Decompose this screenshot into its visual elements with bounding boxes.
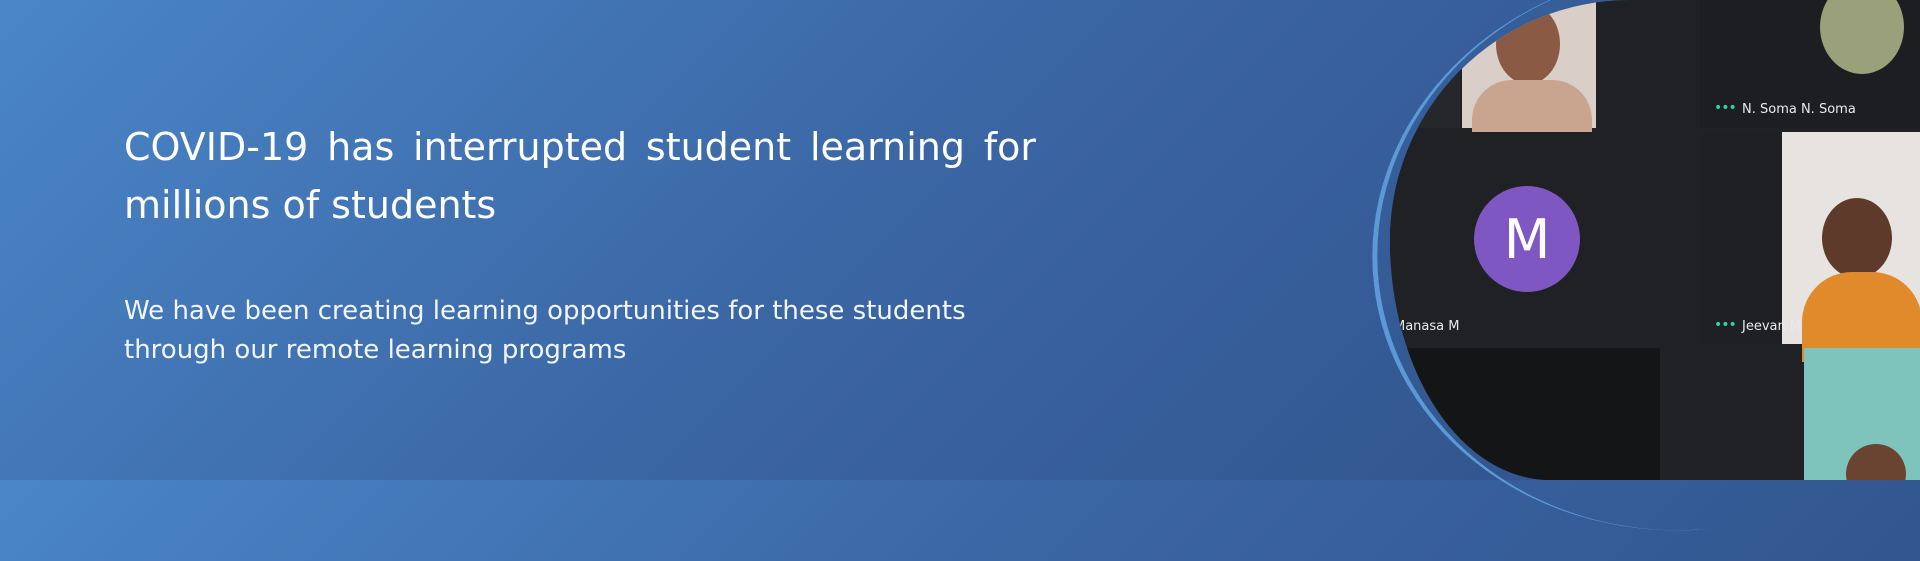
participant-face <box>1846 444 1906 480</box>
participant-tile-jeevan <box>1700 132 1920 362</box>
participant-name: N. Soma N. Soma <box>1742 102 1856 117</box>
hero-title: COVID-19 has interrupted student learnin… <box>124 125 1036 227</box>
audio-indicator-icon: ••• <box>1714 100 1737 116</box>
participant-avatar-image <box>1820 0 1904 74</box>
participant-avatar-m: M <box>1474 186 1580 292</box>
participant-name: Manasa M <box>1394 319 1460 334</box>
hero-section: COVID-19 has interrupted student learnin… <box>124 118 1036 370</box>
video-call-image: avi K ••• N. Soma N. Soma Manasa M ••• J… <box>1390 0 1920 480</box>
participant-video-jeevan <box>1782 132 1920 362</box>
audio-indicator-icon: ••• <box>1714 317 1737 333</box>
participant-name: Jeevan M <box>1742 319 1802 334</box>
participant-tile-bottom-left <box>1390 348 1660 480</box>
hero-subtitle: We have been creating learning opportuni… <box>124 296 966 365</box>
participant-video-1 <box>1462 0 1596 150</box>
participant-name: avi K <box>1394 102 1426 117</box>
participant-tile-bottom-right <box>1804 348 1920 480</box>
participant-face <box>1496 4 1560 84</box>
participant-face <box>1822 198 1892 278</box>
